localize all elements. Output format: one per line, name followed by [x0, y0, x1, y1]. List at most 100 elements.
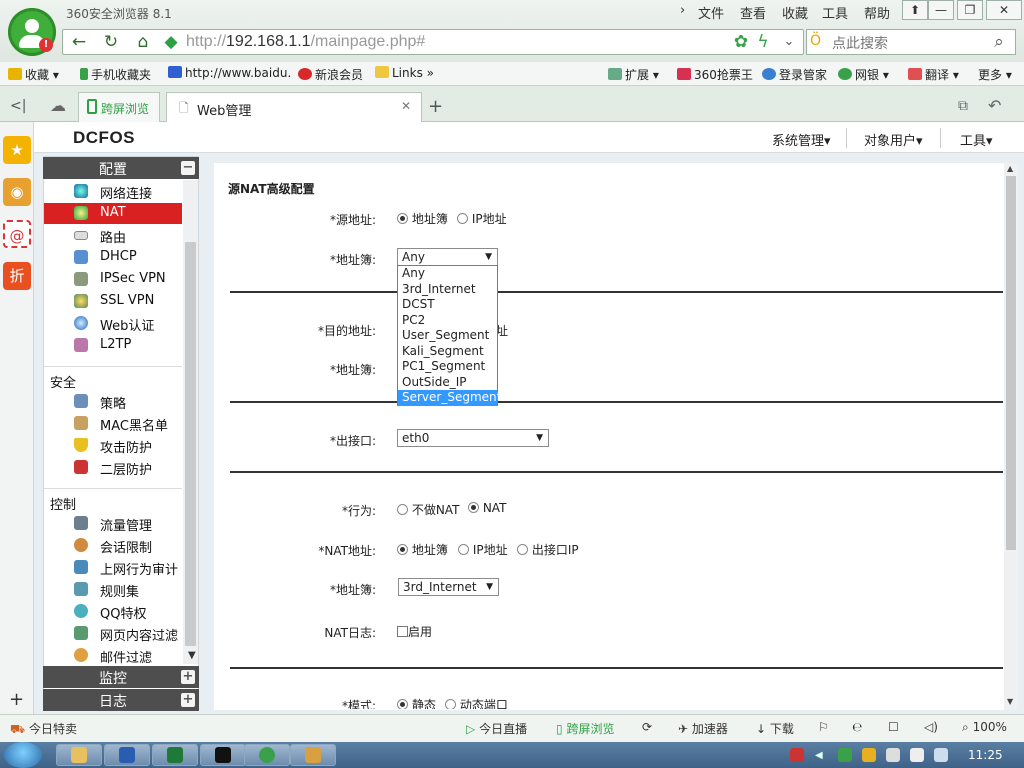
- nat-addrbook-select[interactable]: 3rd_Internet ▼: [398, 578, 499, 596]
- dropdown-option[interactable]: PC1_Segment: [398, 359, 497, 375]
- nav-item-audit[interactable]: 上网行为审计: [44, 557, 182, 578]
- bookmark-translate[interactable]: 翻译 ▾: [908, 66, 959, 83]
- dropdown-option[interactable]: DCST: [398, 297, 497, 313]
- bookmark-mobile[interactable]: 手机收藏夹: [80, 66, 151, 83]
- tray-icon[interactable]: [862, 748, 876, 762]
- nav-item-l2tp[interactable]: L2TP: [44, 335, 182, 356]
- taskbar-360browser[interactable]: [244, 744, 290, 766]
- url-text[interactable]: http://192.168.1.1/mainpage.php#: [186, 33, 425, 51]
- nav-item-session-limit[interactable]: 会话限制: [44, 535, 182, 556]
- user-avatar-icon[interactable]: !: [8, 8, 56, 56]
- bookmark-ticket[interactable]: 360抢票王: [677, 66, 753, 83]
- nav-scrollbar-thumb[interactable]: [185, 242, 196, 646]
- close-button[interactable]: ✕: [986, 0, 1022, 20]
- taskbar-word[interactable]: [104, 744, 150, 766]
- taskbar-app[interactable]: [290, 744, 336, 766]
- email-icon[interactable]: @: [3, 220, 31, 248]
- search-engine-icon[interactable]: Ö: [810, 33, 821, 49]
- action-nat-radio[interactable]: NAT: [468, 501, 506, 515]
- minimize-button[interactable]: —: [928, 0, 954, 20]
- dropdown-option[interactable]: PC2: [398, 313, 497, 329]
- nav-item-policy[interactable]: 策略: [44, 391, 182, 412]
- nav-item-qq[interactable]: QQ特权: [44, 601, 182, 622]
- src-addr-addrbook-radio[interactable]: 地址簿: [397, 210, 448, 227]
- src-addr-ip-radio[interactable]: IP地址: [457, 210, 507, 227]
- status-ie-icon[interactable]: ℮: [852, 720, 862, 734]
- nat-addr-egress-ip-radio[interactable]: 出接口IP: [517, 541, 579, 558]
- taskbar-explorer[interactable]: [56, 744, 102, 766]
- tab-cross-screen[interactable]: 跨屏浏览: [78, 92, 160, 122]
- bookmark-links[interactable]: Links »: [375, 66, 434, 80]
- dropdown-option[interactable]: 3rd_Internet: [398, 282, 497, 298]
- menu-system-admin[interactable]: 系统管理▾: [772, 130, 831, 149]
- tab-web-admin[interactable]: 🗋 Web管理 ✕: [166, 92, 422, 122]
- nav-header-monitor[interactable]: 监控 +: [43, 666, 199, 688]
- mode-dynamic-port-radio[interactable]: 动态端口: [445, 696, 508, 709]
- menu-object-user[interactable]: 对象用户▾: [864, 130, 923, 149]
- scroll-up-icon[interactable]: ▲: [1007, 164, 1013, 173]
- menu-help[interactable]: 帮助: [864, 3, 890, 22]
- nav-item-mail-filter[interactable]: 邮件过滤: [44, 645, 182, 666]
- maximize-button[interactable]: ❐: [957, 0, 983, 20]
- status-deals[interactable]: ⛟ 今日特卖: [10, 720, 77, 738]
- nav-item-webauth[interactable]: Web认证: [44, 313, 182, 334]
- nav-item-sslvpn[interactable]: SSL VPN: [44, 291, 182, 312]
- menu-view[interactable]: 查看: [740, 3, 766, 22]
- nav-header-config[interactable]: 配置 −: [43, 157, 199, 179]
- search-icon[interactable]: ⌕: [988, 31, 1010, 53]
- status-window-icon[interactable]: ☐: [888, 720, 899, 734]
- tray-expand-icon[interactable]: ◀: [815, 750, 823, 761]
- pin-icon[interactable]: ⬆: [902, 0, 928, 20]
- menu-favorites[interactable]: 收藏: [782, 3, 808, 22]
- taskbar-cmd[interactable]: [200, 744, 246, 766]
- dropdown-option[interactable]: Kali_Segment: [398, 344, 497, 360]
- dropdown-option[interactable]: OutSide_IP: [398, 375, 497, 391]
- expand-icon[interactable]: +: [181, 693, 195, 707]
- scroll-down-icon[interactable]: ▼: [188, 650, 196, 661]
- tray-volume-icon[interactable]: [934, 748, 948, 762]
- status-refresh-icon[interactable]: ⟳: [642, 720, 652, 734]
- nav-item-ruleset[interactable]: 规则集: [44, 579, 182, 600]
- search-input[interactable]: 点此搜索: [832, 33, 888, 53]
- addrbook-dropdown-list[interactable]: Any 3rd_Internet DCST PC2 User_Segment K…: [397, 265, 501, 406]
- cloud-icon[interactable]: ☁: [50, 96, 66, 115]
- dropdown-option[interactable]: Any: [398, 266, 497, 282]
- discount-icon[interactable]: 折: [3, 262, 31, 290]
- status-cross-screen[interactable]: ▯ 跨屏浏览: [556, 720, 614, 737]
- nav-header-log[interactable]: 日志 +: [43, 689, 199, 711]
- new-tab-button[interactable]: +: [428, 96, 443, 117]
- nat-log-checkbox[interactable]: 启用: [397, 623, 432, 640]
- nav-item-nat[interactable]: NAT: [44, 203, 182, 224]
- addrbook-select[interactable]: Any ▼: [397, 248, 498, 266]
- dropdown-option-highlighted[interactable]: Server_Segment: [398, 390, 501, 406]
- home-icon[interactable]: ⌂: [132, 31, 154, 53]
- nav-item-dhcp[interactable]: DHCP: [44, 247, 182, 268]
- bookmark-more[interactable]: 更多 ▾: [978, 66, 1012, 83]
- egress-select[interactable]: eth0 ▼: [397, 429, 549, 447]
- nav-item-l2-defense[interactable]: 二层防护: [44, 457, 182, 478]
- status-download[interactable]: ↓ 下载: [756, 720, 794, 737]
- bookmark-baidu[interactable]: http://www.baidu.: [168, 66, 291, 80]
- undo-icon[interactable]: ↶: [988, 96, 1001, 115]
- expand-icon[interactable]: +: [181, 670, 195, 684]
- action-no-nat-radio[interactable]: 不做NAT: [397, 501, 459, 518]
- sidebar-toggle-icon[interactable]: <|: [10, 98, 26, 114]
- main-scrollbar-thumb[interactable]: [1006, 176, 1016, 550]
- nav-item-route[interactable]: 路由: [44, 225, 182, 246]
- tray-device-icon[interactable]: [886, 748, 900, 762]
- nav-item-network[interactable]: 网络连接: [44, 181, 182, 202]
- weibo-icon[interactable]: ◉: [3, 178, 31, 206]
- tray-shield-icon[interactable]: [838, 748, 852, 762]
- restore-tabs-icon[interactable]: ⧉: [958, 98, 968, 114]
- tray-icon[interactable]: [790, 748, 804, 762]
- mode-static-radio[interactable]: 静态: [397, 696, 436, 709]
- dropdown-option[interactable]: User_Segment: [398, 328, 497, 344]
- status-accelerator[interactable]: ✈ 加速器: [678, 720, 728, 737]
- menu-tools[interactable]: 工具: [822, 3, 848, 22]
- tray-network-icon[interactable]: [910, 748, 924, 762]
- nat-addr-ip-radio[interactable]: IP地址: [458, 541, 508, 558]
- status-volume-icon[interactable]: ◁): [924, 720, 938, 734]
- nav-item-attack-defense[interactable]: 攻击防护: [44, 435, 182, 456]
- bookmark-extensions[interactable]: 扩展 ▾: [608, 66, 659, 83]
- status-zoom[interactable]: ⌕ 100%: [962, 720, 1007, 735]
